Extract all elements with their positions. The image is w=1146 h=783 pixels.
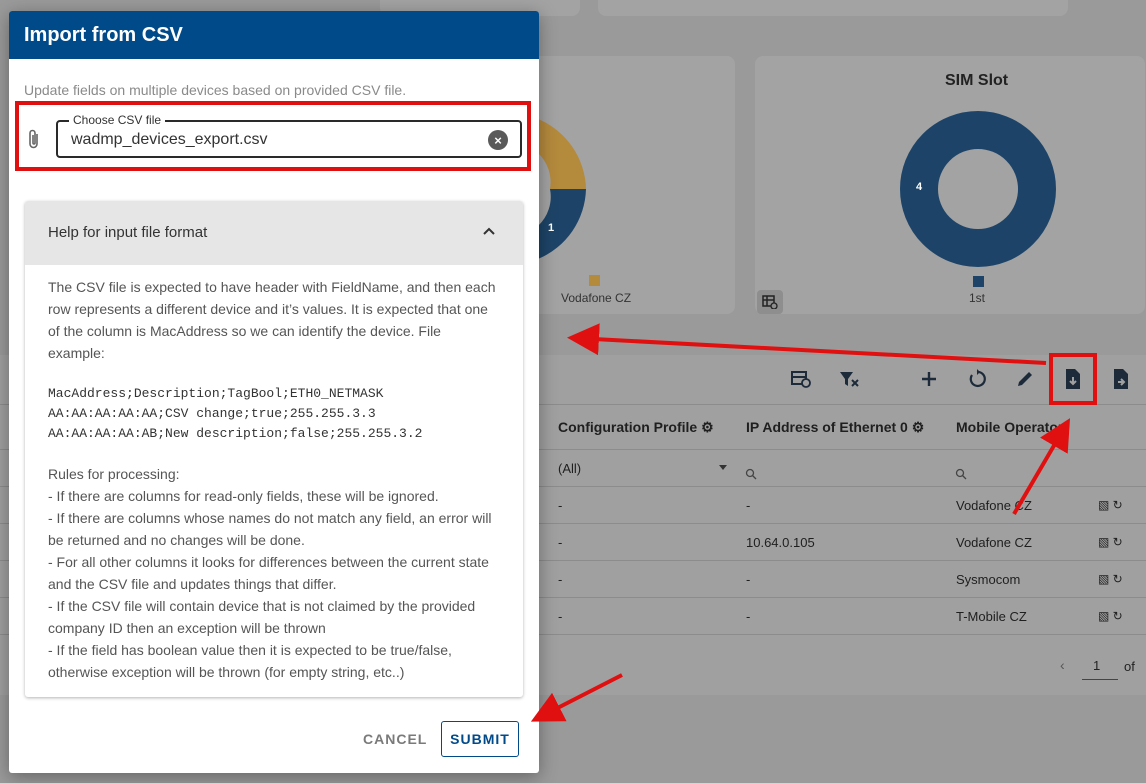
add-icon[interactable]: [917, 367, 941, 391]
cell-operator: T-Mobile CZ: [956, 609, 1027, 624]
annotation-highlight-import-button: [1049, 353, 1097, 405]
rule-item: - If the field has boolean value then it…: [48, 642, 452, 680]
legend-swatch: [589, 275, 600, 286]
column-chooser-icon[interactable]: [789, 367, 813, 391]
row-actions-icon[interactable]: ▧ ↻: [1098, 535, 1123, 549]
annotation-highlight-file-input: [15, 101, 531, 171]
rule-item: - If there are columns for read-only fie…: [48, 488, 439, 504]
row-actions-icon[interactable]: ▧ ↻: [1098, 498, 1123, 512]
chevron-up-icon[interactable]: [481, 223, 497, 244]
filter-select-config-profile[interactable]: (All): [558, 461, 581, 476]
search-icon: [745, 467, 757, 485]
cell-profile: -: [558, 572, 563, 587]
pager-of-label: of: [1124, 659, 1135, 674]
csv-example-code: MacAddress;Description;TagBool;ETH0_NETM…: [48, 384, 500, 444]
edit-icon[interactable]: [1013, 367, 1037, 391]
help-panel-header[interactable]: Help for input file format: [25, 201, 523, 265]
code-line: MacAddress;Description;TagBool;ETH0_NETM…: [48, 386, 384, 401]
cell-operator: Sysmocom: [956, 572, 1021, 587]
cell-ip: -: [746, 609, 751, 624]
rule-item: - For all other columns it looks for dif…: [48, 554, 489, 592]
clear-filter-icon[interactable]: [837, 367, 861, 391]
cell-operator: Vodafone CZ: [956, 498, 1032, 513]
rule-item: - If there are columns whose names do no…: [48, 510, 492, 548]
help-paragraph: The CSV file is expected to have header …: [48, 279, 496, 361]
dialog-actions: CANCEL SUBMIT: [9, 720, 539, 760]
donut-value-label: 1: [548, 222, 555, 234]
help-panel-body: The CSV file is expected to have header …: [25, 265, 523, 683]
export-csv-icon[interactable]: [1109, 367, 1133, 391]
row-actions-icon[interactable]: ▧ ↻: [1098, 609, 1123, 623]
help-panel: Help for input file format The CSV file …: [25, 201, 523, 697]
cell-profile: -: [558, 609, 563, 624]
dialog-title: Import from CSV: [9, 11, 539, 59]
legend-swatch: [973, 276, 984, 287]
legend-label-sim-slot: 1st: [969, 291, 986, 305]
refresh-icon[interactable]: [965, 367, 989, 391]
donut-value-label: 4: [916, 181, 923, 193]
submit-button[interactable]: SUBMIT: [441, 721, 519, 757]
legend-label-operator: Vodafone CZ: [561, 291, 632, 305]
rules-title: Rules for processing:: [48, 466, 180, 482]
column-header-ip-address[interactable]: IP Address of Ethernet 0 ⚙: [746, 419, 924, 436]
pager-page-input[interactable]: 1: [1082, 650, 1118, 680]
help-panel-title: Help for input file format: [48, 224, 208, 241]
rules-list: Rules for processing: - If there are col…: [48, 463, 500, 683]
column-header-config-profile[interactable]: Configuration Profile ⚙: [558, 419, 714, 436]
dialog-description: Update fields on multiple devices based …: [24, 82, 407, 98]
chevron-down-icon: [719, 465, 727, 470]
chart-card-sim-slot: SIM Slot 4 1st: [755, 56, 1145, 314]
code-line: AA:AA:AA:AA:AA;CSV change;true;255.255.3…: [48, 406, 376, 421]
code-line: AA:AA:AA:AA:AB;New description;false;255…: [48, 426, 423, 441]
cancel-button[interactable]: CANCEL: [363, 731, 427, 747]
cell-profile: -: [558, 535, 563, 550]
row-actions-icon[interactable]: ▧ ↻: [1098, 572, 1123, 586]
search-icon: [955, 467, 967, 485]
top-card-right: [598, 0, 1068, 16]
donut-chart-sim-slot: [900, 111, 1056, 267]
cell-ip: 10.64.0.105: [746, 535, 815, 550]
table-settings-icon[interactable]: [757, 290, 783, 314]
cell-ip: -: [746, 572, 751, 587]
cell-profile: -: [558, 498, 563, 513]
cell-operator: Vodafone CZ: [956, 535, 1032, 550]
cell-ip: -: [746, 498, 751, 513]
pager-prev-icon[interactable]: ‹: [1060, 657, 1065, 673]
column-header-mobile-operator[interactable]: Mobile Operator: [956, 419, 1063, 435]
rule-item: - If the CSV file will contain device th…: [48, 598, 476, 636]
